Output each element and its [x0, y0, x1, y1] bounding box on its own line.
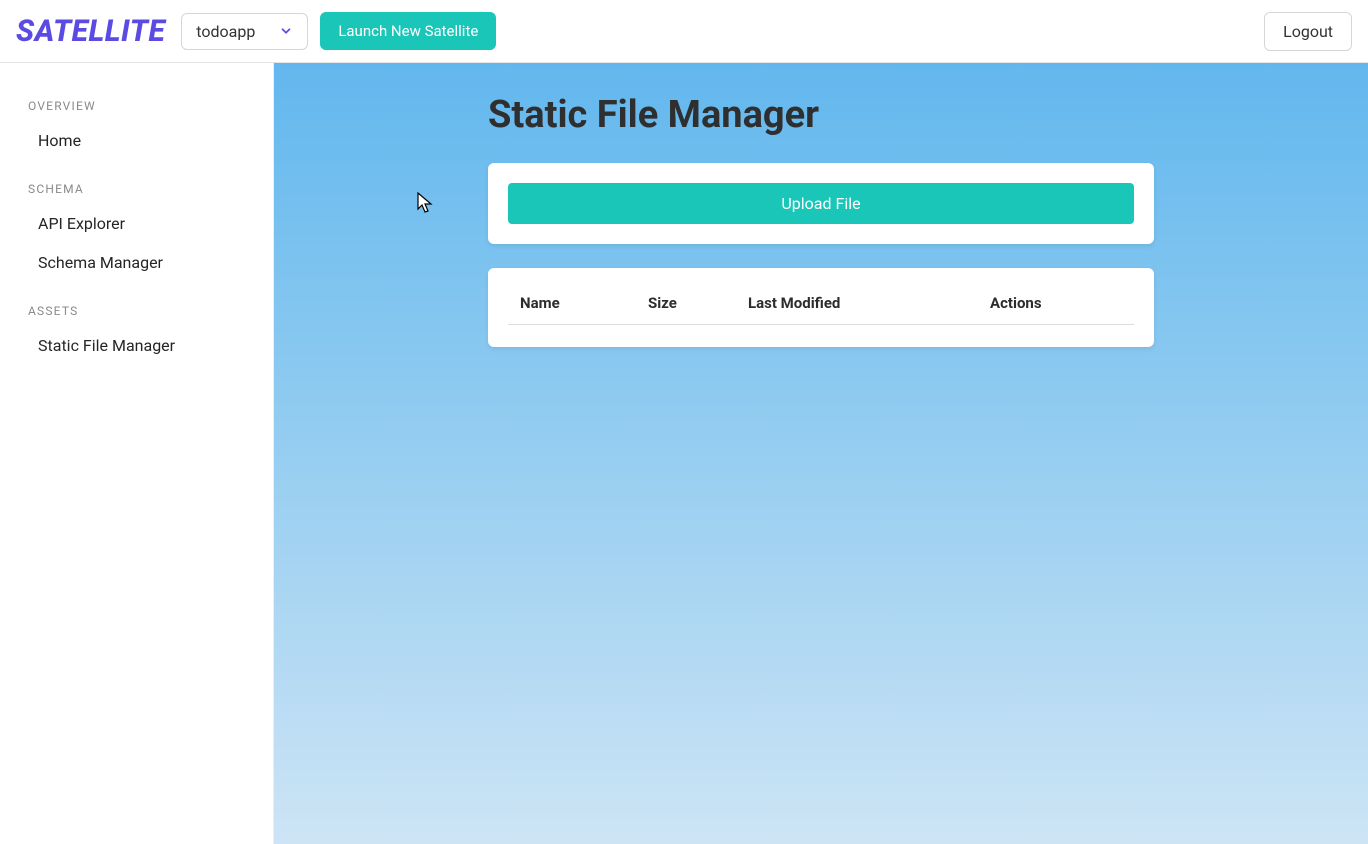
column-header-name: Name — [520, 294, 648, 312]
sidebar-item-static-file-manager[interactable]: Static File Manager — [0, 326, 273, 365]
upload-file-button[interactable]: Upload File — [508, 183, 1134, 224]
sidebar-group-label: OVERVIEW — [0, 91, 273, 121]
sidebar-group-schema: SCHEMA API Explorer Schema Manager — [0, 174, 273, 282]
project-selected-label: todoapp — [196, 22, 255, 41]
page-title: Static File Manager — [488, 93, 1154, 137]
project-select[interactable]: todoapp — [181, 13, 308, 50]
sidebar-item-home[interactable]: Home — [0, 121, 273, 160]
sidebar-group-label: ASSETS — [0, 296, 273, 326]
file-table-card: Name Size Last Modified Actions — [488, 268, 1154, 347]
sidebar: OVERVIEW Home SCHEMA API Explorer Schema… — [0, 63, 274, 844]
sidebar-group-label: SCHEMA — [0, 174, 273, 204]
sidebar-item-schema-manager[interactable]: Schema Manager — [0, 243, 273, 282]
column-header-last-modified: Last Modified — [748, 294, 990, 312]
table-header-row: Name Size Last Modified Actions — [508, 288, 1134, 325]
sidebar-group-assets: ASSETS Static File Manager — [0, 296, 273, 365]
sidebar-item-api-explorer[interactable]: API Explorer — [0, 204, 273, 243]
header: SATELLITE todoapp Launch New Satellite L… — [0, 0, 1368, 63]
column-header-size: Size — [648, 294, 748, 312]
column-header-actions: Actions — [990, 294, 1122, 312]
sidebar-group-overview: OVERVIEW Home — [0, 91, 273, 160]
chevron-down-icon — [279, 24, 293, 38]
launch-new-satellite-button[interactable]: Launch New Satellite — [320, 12, 496, 50]
upload-card: Upload File — [488, 163, 1154, 244]
body: OVERVIEW Home SCHEMA API Explorer Schema… — [0, 63, 1368, 844]
logo: SATELLITE — [16, 14, 165, 49]
logout-button[interactable]: Logout — [1264, 12, 1352, 51]
main-area: Static File Manager Upload File Name Siz… — [274, 63, 1368, 844]
content: Static File Manager Upload File Name Siz… — [488, 93, 1154, 347]
